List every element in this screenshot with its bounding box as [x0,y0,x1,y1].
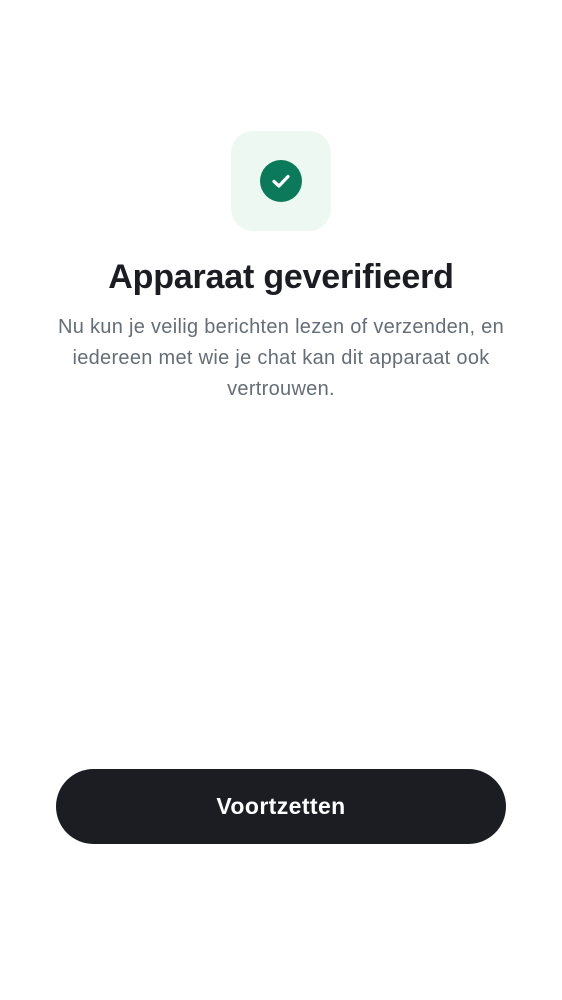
page-title: Apparaat geverifieerd [108,258,454,296]
success-icon-tile [231,131,331,231]
continue-button[interactable]: Voortzetten [56,769,506,844]
verification-description: Nu kun je veilig berichten lezen of verz… [57,316,505,400]
device-verified-screen: Apparaat geverifieerd Nu kun je veilig b… [0,0,562,1000]
checkmark-icon [272,174,290,188]
check-circle-icon [260,160,302,202]
